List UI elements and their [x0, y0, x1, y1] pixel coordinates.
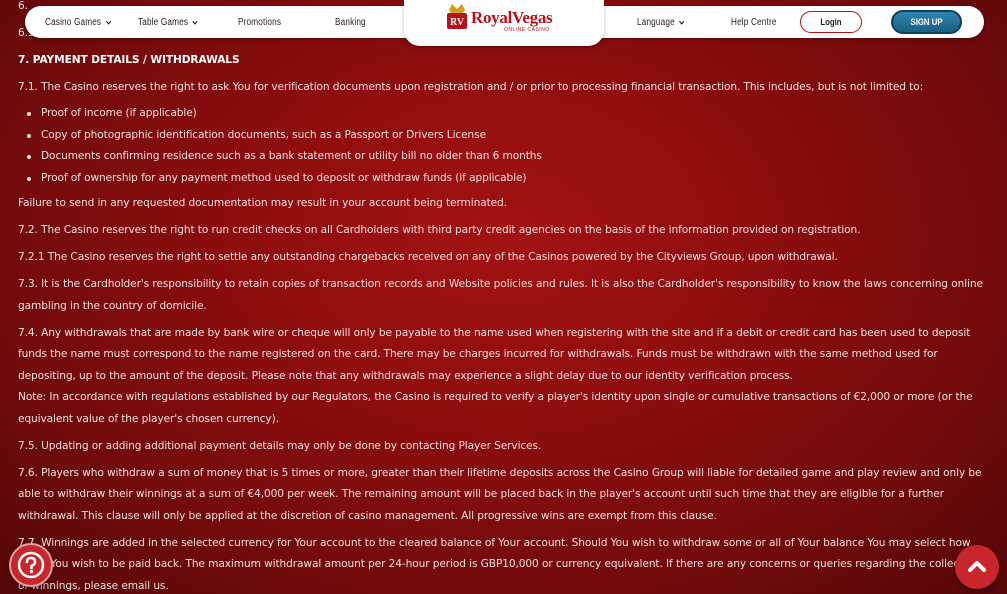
help-button[interactable]: [9, 543, 53, 587]
question-mark-icon: [17, 551, 45, 579]
list-item: Documents confirming residence such as a…: [18, 146, 988, 168]
nav-label: Table Games: [138, 16, 189, 28]
clause-7-7: 7.7. Winnings are added in the selected …: [18, 536, 979, 592]
nav-label: Casino Games: [45, 16, 102, 28]
crown-icon: RV: [447, 4, 467, 29]
nav-label: Banking: [335, 16, 366, 28]
list-item: Proof of ownership for any payment metho…: [18, 168, 988, 190]
list-item: Proof of income (if applicable): [18, 103, 988, 125]
list-item: Copy of photographic identification docu…: [18, 125, 988, 147]
document-list: Proof of income (if applicable) Copy of …: [18, 103, 988, 189]
nav-banking[interactable]: Banking: [335, 6, 366, 38]
logo-subtitle: ONLINE CASINO: [504, 27, 550, 33]
clause-7-4: 7.4. Any withdrawals that are made by ba…: [18, 326, 971, 382]
chevron-down-icon: [679, 20, 685, 25]
verification-note: Note: In accordance with regulations est…: [18, 391, 973, 425]
clause-7-3: 7.3. It is the Cardholder's responsibili…: [18, 278, 983, 312]
clause-7-2: 7.2. The Casino reserves the right to ru…: [18, 224, 861, 236]
logo-wordmark: RoyalVegas: [471, 8, 553, 27]
terms-content: 6. 6.5. Winnings may be confiscated when…: [18, 0, 988, 594]
clause-7-6: 7.6. Players who withdraw a sum of money…: [18, 466, 982, 522]
chevron-down-icon: [192, 20, 198, 25]
nav-table-games[interactable]: Table Games: [138, 6, 199, 38]
clause-7-1: 7.1. The Casino reserves the right to as…: [18, 81, 924, 93]
logo-mark: RV: [450, 17, 465, 28]
nav-label: Language: [637, 16, 675, 28]
nav-casino-games[interactable]: Casino Games: [45, 6, 112, 38]
nav-promotions[interactable]: Promotions: [238, 6, 281, 38]
logo-tab[interactable]: RV RoyalVegas ONLINE CASINO: [404, 0, 604, 46]
nav-language[interactable]: Language: [637, 6, 685, 38]
brand-logo: RV RoyalVegas ONLINE CASINO: [446, 0, 566, 35]
nav-help-centre[interactable]: Help Centre: [731, 6, 777, 38]
failure-note: Failure to send in any requested documen…: [18, 197, 507, 209]
chevron-down-icon: [105, 20, 111, 25]
clause-7-5: 7.5. Updating or adding additional payme…: [18, 439, 542, 452]
login-button[interactable]: Login: [800, 11, 862, 33]
signup-button[interactable]: SIGN UP: [891, 10, 962, 34]
nav-label: Promotions: [238, 16, 282, 28]
clause-7-2-1: 7.2.1 The Casino reserves the right to s…: [18, 251, 838, 263]
scroll-top-button[interactable]: [955, 545, 999, 589]
chevron-up-icon: [968, 561, 986, 572]
section-title: 7. PAYMENT DETAILS / WITHDRAWALS: [18, 54, 240, 66]
nav-label: Help Centre: [731, 16, 777, 28]
